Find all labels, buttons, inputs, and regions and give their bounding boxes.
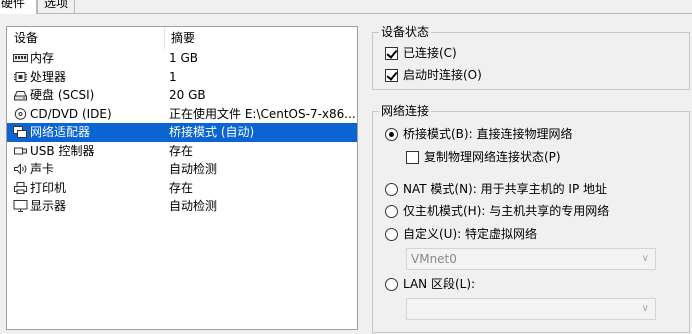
radio-button[interactable] [385, 183, 398, 196]
memory-icon [13, 54, 28, 62]
device-summary: 桥接模式 (自动) [169, 125, 255, 139]
device-name: 网络适配器 [30, 125, 91, 139]
column-header-device[interactable]: 设备 [14, 27, 38, 49]
device-name: 打印机 [30, 180, 67, 195]
custom-network-select[interactable]: VMnet0 ∨ [406, 248, 656, 270]
device-summary: 存在 [169, 180, 194, 195]
cd-dvd-icon [14, 107, 27, 120]
device-row-processor[interactable]: 处理器 1 [7, 68, 357, 87]
bridged-radio[interactable]: 桥接模式(B): 直接连接物理网络 [385, 125, 675, 143]
device-name: 内存 [30, 51, 55, 65]
device-list-header: 设备 摘要 [7, 27, 357, 49]
tab-options[interactable]: 选项 [37, 0, 75, 14]
checkbox-box[interactable] [385, 69, 398, 82]
host-only-label: 仅主机模式(H): 与主机共享的专用网络 [403, 204, 610, 218]
device-summary: 正在使用文件 E:\CentOS-7-x86... [169, 106, 356, 121]
sound-card-icon [14, 163, 27, 175]
lan-segment-label: LAN 区段(L): [403, 277, 476, 291]
processor-icon [14, 71, 27, 82]
device-row-cd-dvd[interactable]: CD/DVD (IDE) 正在使用文件 E:\CentOS-7-x86... [7, 105, 357, 124]
radio-button[interactable] [385, 228, 398, 241]
device-list[interactable]: 设备 摘要 内存 1 GB 处理器 1 硬盘 (SCSI) 20 GB CD/D… [6, 26, 358, 330]
device-name: USB 控制器 [30, 143, 95, 158]
connected-label: 已连接(C) [403, 46, 457, 60]
device-summary: 存在 [169, 143, 194, 158]
usb-icon [14, 147, 27, 154]
custom-radio[interactable]: 自定义(U): 特定虚拟网络 [385, 225, 685, 243]
column-separator[interactable] [164, 27, 165, 49]
device-summary: 1 GB [169, 51, 198, 65]
checkbox-box[interactable] [406, 151, 419, 164]
device-status-title: 设备状态 [379, 25, 432, 39]
connected-checkbox[interactable]: 已连接(C) [385, 44, 585, 62]
nat-label: NAT 模式(N): 用于共享主机的 IP 地址 [403, 182, 608, 196]
device-row-usb[interactable]: USB 控制器 存在 [7, 142, 357, 161]
chevron-down-icon: ∨ [641, 253, 649, 264]
bridged-label: 桥接模式(B): 直接连接物理网络 [403, 127, 573, 141]
device-name: CD/DVD (IDE) [30, 106, 112, 121]
device-summary: 1 [169, 69, 177, 84]
host-only-radio[interactable]: 仅主机模式(H): 与主机共享的专用网络 [385, 202, 685, 220]
display-icon [13, 200, 28, 212]
device-row-network-adapter[interactable]: 网络适配器 桥接模式 (自动) [7, 123, 357, 142]
device-name: 显示器 [30, 199, 67, 213]
device-summary: 20 GB [169, 88, 206, 102]
network-connection-title: 网络连接 [379, 104, 432, 118]
connect-on-power-label: 启动时连接(O) [403, 68, 482, 82]
device-row-display[interactable]: 显示器 自动检测 [7, 197, 357, 216]
lan-segment-radio[interactable]: LAN 区段(L): [385, 275, 685, 293]
tab-strip: 硬件 选项 [0, 0, 692, 14]
checkbox-box[interactable] [385, 47, 398, 60]
replicate-state-checkbox[interactable]: 复制物理网络连接状态(P) [406, 148, 666, 166]
custom-label: 自定义(U): 特定虚拟网络 [403, 227, 538, 241]
device-summary: 自动检测 [169, 199, 218, 213]
replicate-state-label: 复制物理网络连接状态(P) [424, 150, 561, 164]
device-name: 处理器 [30, 69, 67, 84]
device-row-sound-card[interactable]: 声卡 自动检测 [7, 160, 357, 179]
radio-button[interactable] [385, 278, 398, 291]
custom-network-value: VMnet0 [411, 252, 457, 266]
hard-disk-icon [14, 91, 27, 101]
vm-settings-window: 硬件 选项 设备 摘要 内存 1 GB 处理器 1 硬盘 (SCSI) 20 G… [0, 0, 692, 334]
network-connection-group: 网络连接 桥接模式(B): 直接连接物理网络 复制物理网络连接状态(P) NAT… [372, 104, 690, 333]
network-adapter-icon [13, 126, 27, 138]
chevron-down-icon: ∨ [641, 303, 649, 314]
device-name: 硬盘 (SCSI) [30, 88, 95, 102]
lan-segment-select[interactable]: ∨ [406, 298, 656, 320]
radio-button[interactable] [385, 128, 398, 141]
tab-hardware[interactable]: 硬件 [0, 0, 37, 14]
device-row-hard-disk[interactable]: 硬盘 (SCSI) 20 GB [7, 86, 357, 105]
device-row-printer[interactable]: 打印机 存在 [7, 179, 357, 198]
column-header-summary[interactable]: 摘要 [171, 27, 195, 49]
device-summary: 自动检测 [169, 162, 218, 176]
tab-divider [0, 13, 692, 14]
printer-icon [14, 181, 27, 194]
connect-on-power-checkbox[interactable]: 启动时连接(O) [385, 66, 585, 84]
radio-button[interactable] [385, 205, 398, 218]
device-status-group: 设备状态 已连接(C) 启动时连接(O) [372, 25, 690, 90]
device-name: 声卡 [30, 162, 55, 176]
nat-radio[interactable]: NAT 模式(N): 用于共享主机的 IP 地址 [385, 180, 685, 198]
device-row-memory[interactable]: 内存 1 GB [7, 49, 357, 68]
